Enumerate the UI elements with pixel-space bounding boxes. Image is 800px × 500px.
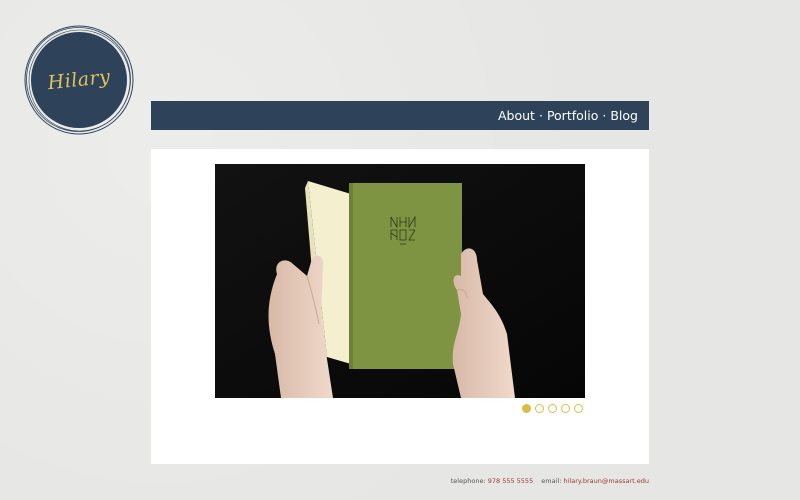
slideshow-image[interactable] <box>215 164 585 398</box>
contact-footer: telephone: 978 555 5555 email: hilary.br… <box>451 477 649 485</box>
nav-separator: · <box>602 108 607 123</box>
content-panel <box>151 149 649 464</box>
logo-text: Hilary <box>46 65 112 95</box>
page: Hilary About · Portfolio · Blog telephon… <box>0 0 800 500</box>
nav-portfolio[interactable]: Portfolio <box>547 108 598 123</box>
nav-about[interactable]: About <box>498 108 535 123</box>
main-nav: About · Portfolio · Blog <box>151 101 649 130</box>
book-photo <box>215 164 585 398</box>
nav-separator: · <box>538 108 543 123</box>
slideshow-pager <box>522 404 583 413</box>
telephone-value[interactable]: 978 555 5555 <box>488 477 534 485</box>
slide-dot[interactable] <box>522 404 531 413</box>
email-label: email: <box>541 477 562 485</box>
slide-dot[interactable] <box>574 404 583 413</box>
slide-dot[interactable] <box>548 404 557 413</box>
slide-dot[interactable] <box>535 404 544 413</box>
email-link[interactable]: hilary.braun@massart.edu <box>564 477 650 485</box>
logo[interactable]: Hilary <box>22 24 136 136</box>
slide-dot[interactable] <box>561 404 570 413</box>
nav-blog[interactable]: Blog <box>610 108 638 123</box>
telephone-label: telephone: <box>450 477 486 485</box>
